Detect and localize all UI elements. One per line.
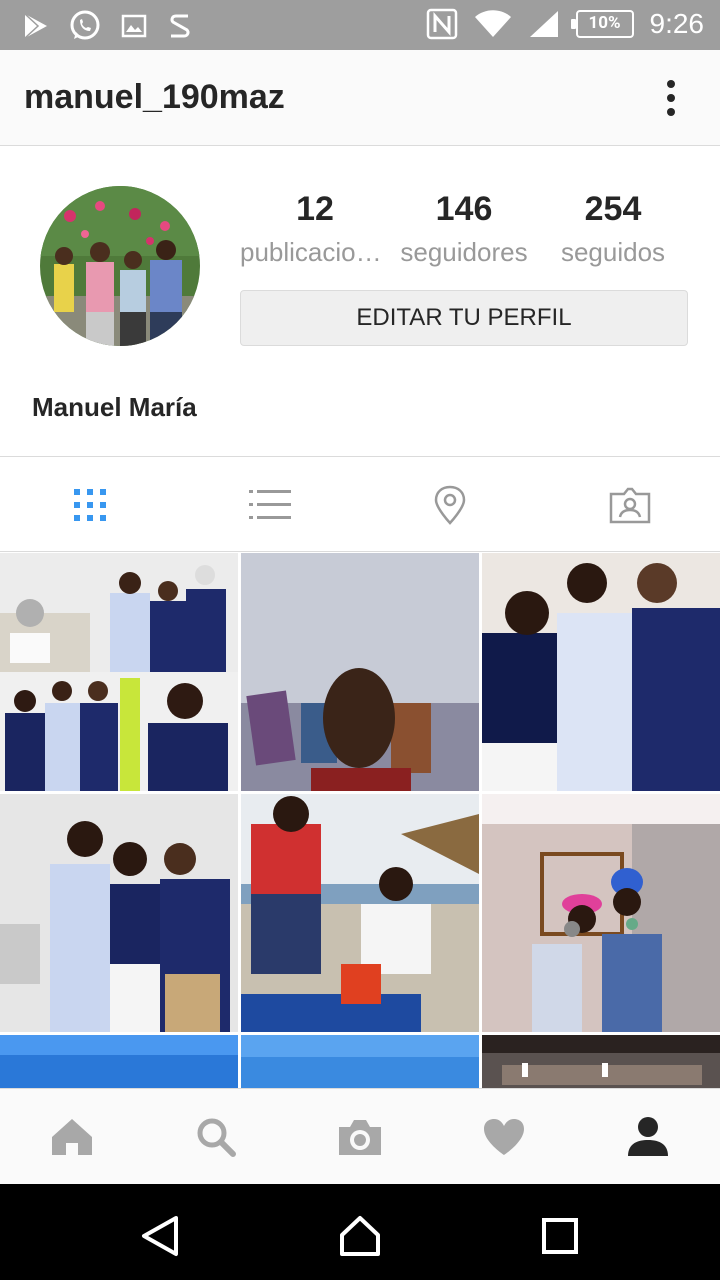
home-icon — [52, 1119, 92, 1155]
tab-grid-view[interactable] — [0, 457, 180, 553]
wifi-icon — [474, 10, 511, 37]
posts-label: publicaciones — [240, 237, 390, 267]
status-bar: 10% 9:26 — [0, 0, 720, 50]
photo-thumbnail[interactable] — [0, 794, 238, 1032]
avatar[interactable] — [40, 186, 200, 346]
home-nav-icon — [340, 1216, 380, 1256]
photo-thumbnail[interactable] — [241, 1035, 479, 1088]
tab-list-view[interactable] — [180, 457, 360, 553]
back-icon — [142, 1216, 178, 1256]
photo-thumbnail[interactable] — [482, 794, 720, 1032]
following-stat[interactable]: 254 seguidos — [538, 190, 688, 268]
search-icon — [197, 1118, 236, 1157]
photo-thumbnail[interactable] — [482, 553, 720, 791]
followers-label: seguidores — [400, 237, 528, 267]
nav-activity[interactable] — [432, 1089, 576, 1185]
tagged-person-icon — [609, 487, 651, 524]
nfc-icon — [426, 8, 457, 40]
play-store-icon — [24, 13, 47, 39]
followers-count: 146 — [435, 190, 493, 228]
overflow-menu-icon[interactable] — [658, 80, 684, 120]
photo-thumbnail[interactable] — [0, 553, 238, 791]
s-app-icon — [170, 14, 190, 38]
username-title: manuel_190maz — [24, 78, 285, 116]
profile-view-tabs — [0, 456, 720, 552]
nav-profile[interactable] — [576, 1089, 720, 1185]
nav-home[interactable] — [0, 1089, 144, 1185]
posts-stat: 12 publicaciones — [240, 190, 390, 268]
full-name: Manuel María — [32, 392, 197, 422]
back-button[interactable] — [136, 1212, 184, 1260]
photo-thumbnail[interactable] — [241, 553, 479, 791]
location-pin-icon — [434, 485, 466, 525]
recents-button[interactable] — [536, 1212, 584, 1260]
edit-profile-button[interactable]: EDITAR TU PERFIL — [240, 290, 688, 346]
clock: 9:26 — [649, 8, 705, 39]
photo-thumbnail[interactable] — [0, 1035, 238, 1088]
camera-icon — [339, 1120, 381, 1155]
photo-grid — [0, 553, 720, 1088]
bottom-navigation — [0, 1088, 720, 1184]
photo-thumbnail[interactable] — [241, 794, 479, 1032]
recents-icon — [542, 1218, 578, 1254]
gallery-icon — [121, 14, 147, 38]
system-navigation-bar — [0, 1184, 720, 1280]
home-button[interactable] — [336, 1212, 384, 1260]
profile-header-bar: manuel_190maz — [0, 50, 720, 146]
posts-count: 12 — [296, 190, 334, 228]
nav-search[interactable] — [144, 1089, 288, 1185]
signal-icon — [529, 11, 558, 37]
following-count: 254 — [584, 190, 642, 228]
heart-icon — [484, 1119, 524, 1155]
following-label: seguidos — [560, 237, 666, 267]
whatsapp-icon — [70, 10, 100, 40]
grid-icon — [74, 489, 106, 521]
tab-map-view[interactable] — [360, 457, 540, 553]
tab-tagged-view[interactable] — [540, 457, 720, 553]
list-icon — [249, 490, 291, 519]
battery-icon: 10% — [570, 10, 634, 38]
nav-camera[interactable] — [288, 1089, 432, 1185]
profile-icon — [628, 1117, 668, 1156]
photo-thumbnail[interactable] — [482, 1035, 720, 1088]
followers-stat[interactable]: 146 seguidores — [389, 190, 539, 268]
